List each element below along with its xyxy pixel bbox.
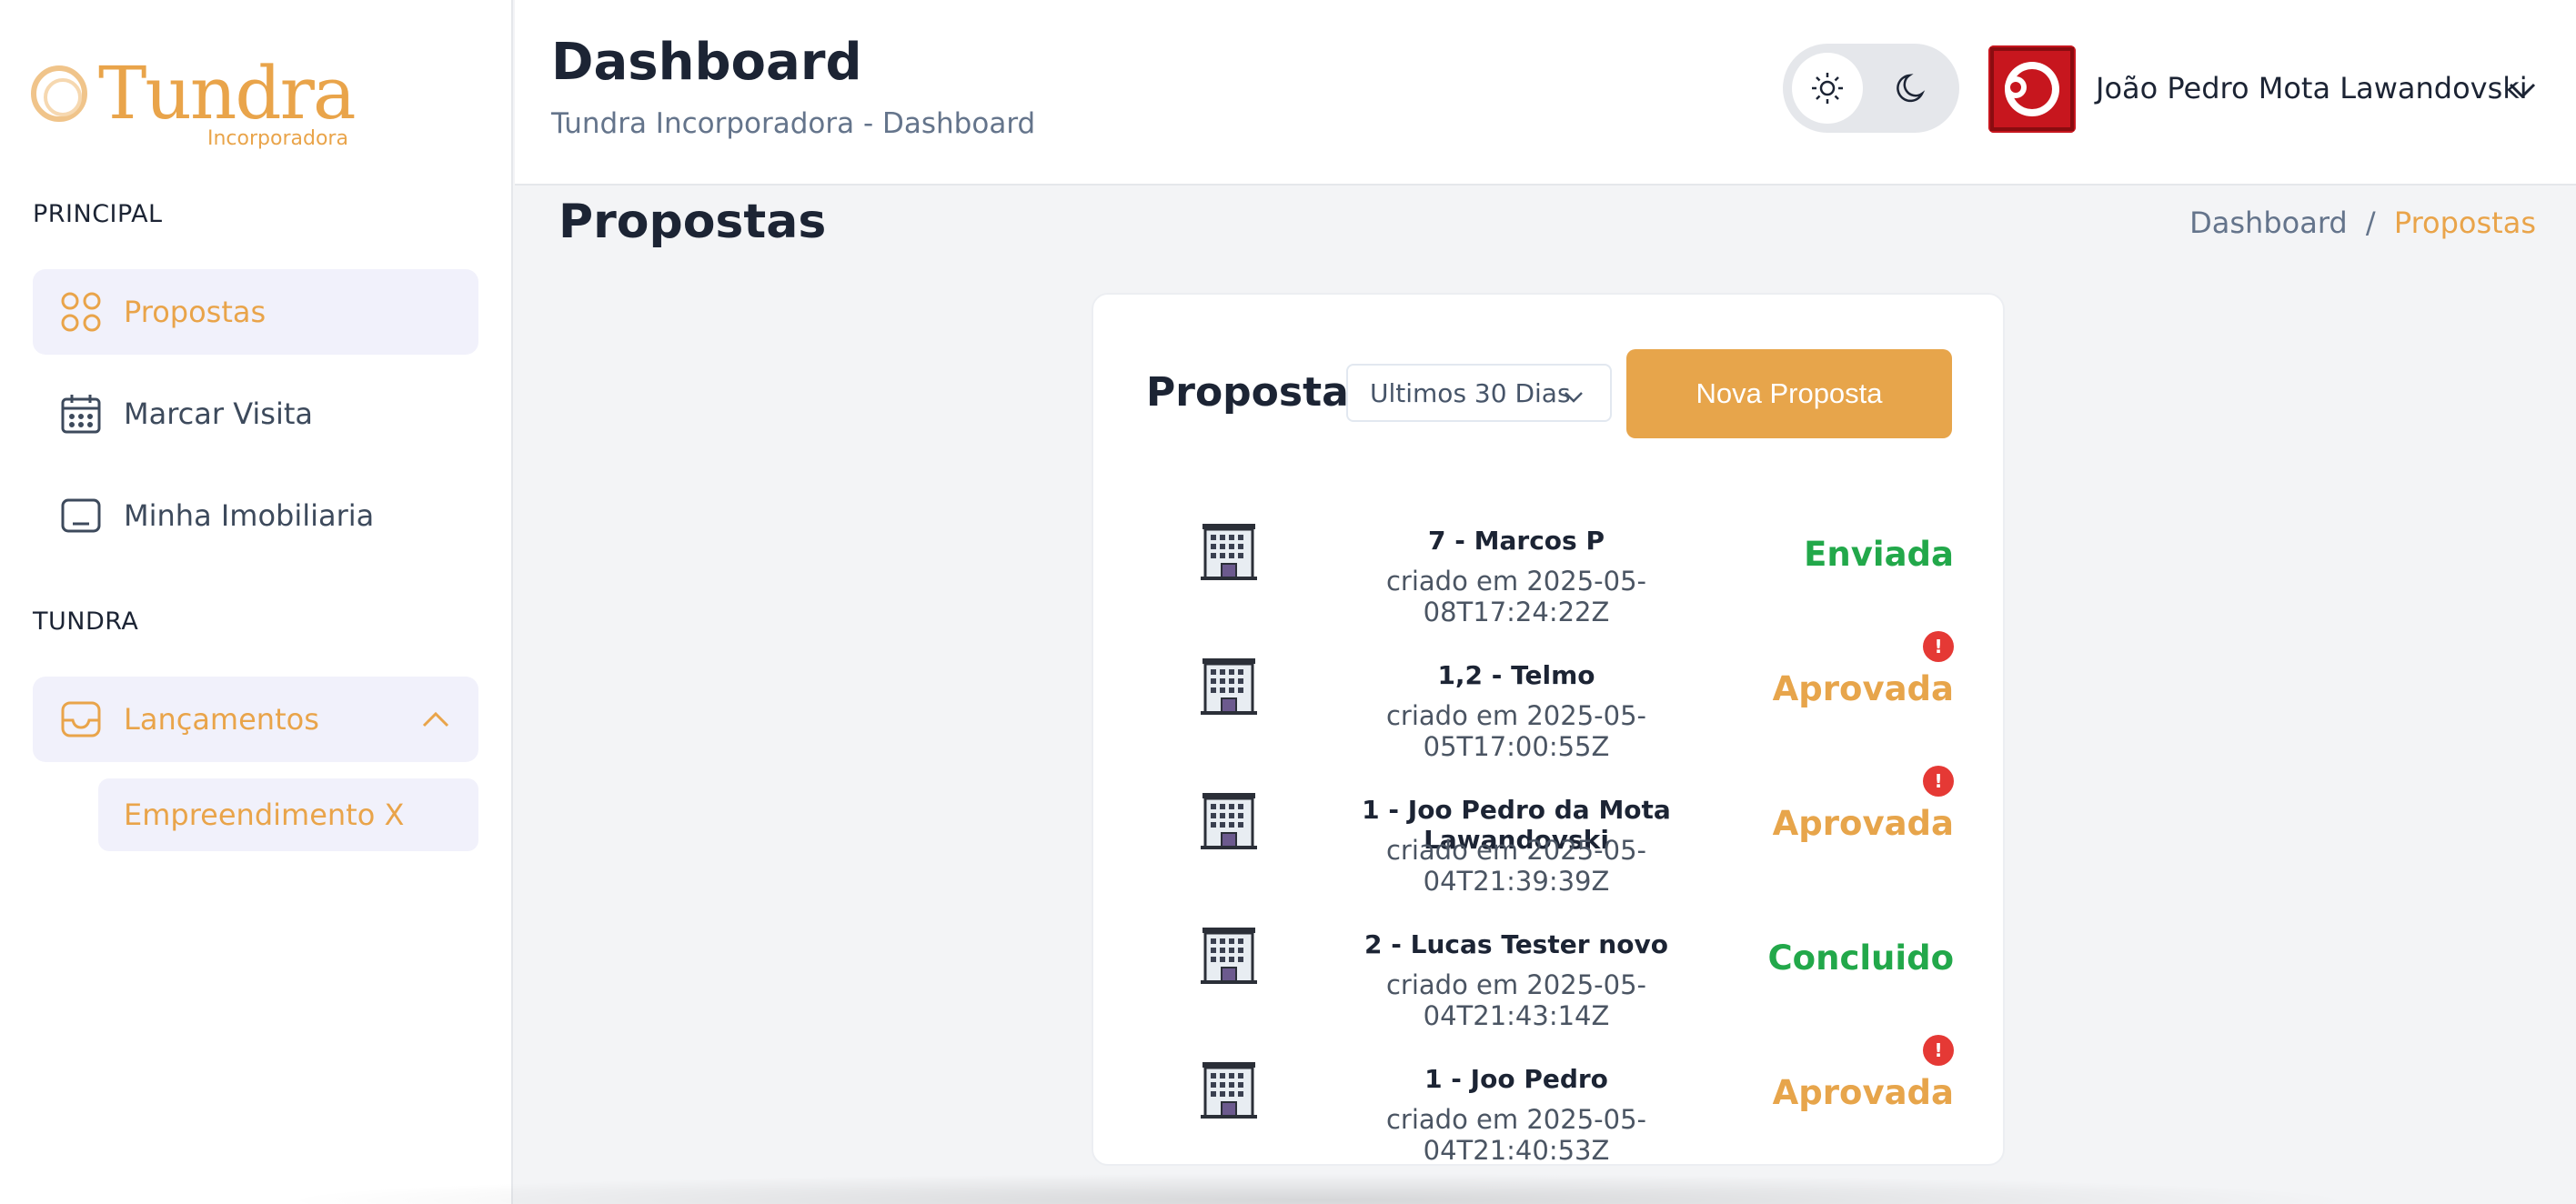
alert-icon: ! xyxy=(1923,1035,1954,1066)
proposal-date: criado em 2025-05-08T17:24:22Z xyxy=(1385,566,1646,627)
proposal-name: 1 - Joo Pedro xyxy=(1424,1064,1608,1094)
proposal-date: criado em 2025-05-04T21:39:39Z xyxy=(1385,835,1646,897)
logo-ring-icon xyxy=(31,65,87,122)
top-header: Dashboard Tundra Incorporadora - Dashboa… xyxy=(515,0,2576,186)
chevron-up-icon xyxy=(420,704,451,742)
sidebar-item-marcar-visita[interactable]: Marcar Visita xyxy=(33,371,478,457)
status-badge: Aprovada xyxy=(1772,804,1954,843)
proposal-name: 7 - Marcos P xyxy=(1428,526,1605,556)
sidebar-item-label: Propostas xyxy=(124,295,267,329)
logo-text: Tundra xyxy=(98,51,357,135)
chevron-down-icon xyxy=(1563,384,1585,414)
proposal-row[interactable]: 2 - Lucas Tester novo criado em 2025-05-0… xyxy=(1093,926,2003,1060)
sidebar-item-lancamentos[interactable]: Lançamentos xyxy=(33,677,478,762)
status-badge: Aprovada xyxy=(1772,1073,1954,1112)
header-title: Dashboard xyxy=(551,33,862,92)
proposal-name: 1,2 - Telmo xyxy=(1437,660,1595,690)
user-name[interactable]: João Pedro Mota Lawandovski xyxy=(2096,71,2528,105)
breadcrumb-separator: / xyxy=(2365,206,2376,240)
sidebar-item-propostas[interactable]: Propostas xyxy=(33,269,478,355)
proposal-date: criado em 2025-05-04T21:43:14Z xyxy=(1385,969,1646,1031)
chevron-down-icon[interactable] xyxy=(2507,75,2538,109)
theme-toggle[interactable] xyxy=(1783,44,1959,133)
status-badge: Enviada xyxy=(1804,535,1954,574)
sidebar-subitem-empreendimento-x[interactable]: Empreendimento X xyxy=(98,778,478,851)
logo-subtext: Incorporadora xyxy=(207,127,348,150)
card-title: Propostas xyxy=(1146,369,1374,416)
sidebar-item-label: Minha Imobiliaria xyxy=(124,498,375,533)
alert-icon: ! xyxy=(1923,766,1954,797)
status-badge: Aprovada xyxy=(1772,669,1954,708)
status-badge: Concluido xyxy=(1767,938,1954,978)
sidebar: Tundra Incorporadora PRINCIPAL Propostas… xyxy=(0,0,513,1204)
proposal-date: criado em 2025-05-04T21:40:53Z xyxy=(1385,1104,1646,1166)
header-subtitle: Tundra Incorporadora - Dashboard xyxy=(551,107,1036,140)
grid-icon xyxy=(60,291,102,333)
sidebar-subitem-label: Empreendimento X xyxy=(124,798,405,832)
sidebar-item-minha-imobiliaria[interactable]: Minha Imobiliaria xyxy=(33,473,478,558)
proposal-row[interactable]: 1,2 - Telmo criado em 2025-05-05T17:00:55… xyxy=(1093,631,2003,791)
new-proposal-button[interactable]: Nova Proposta xyxy=(1626,349,1952,438)
sidebar-item-label: Lançamentos xyxy=(124,702,319,737)
brand-logo[interactable]: Tundra Incorporadora xyxy=(31,51,358,156)
period-select[interactable]: Ultimos 30 Dias xyxy=(1346,364,1612,422)
alert-icon: ! xyxy=(1923,631,1954,662)
building-icon xyxy=(1199,522,1259,586)
building-icon xyxy=(1199,926,1259,989)
moon-icon[interactable] xyxy=(1888,64,1937,113)
period-select-value: Ultimos 30 Dias xyxy=(1370,377,1571,408)
proposal-row[interactable]: 1 - Joo Pedro da Mota Lawandovski criado … xyxy=(1093,766,2003,926)
building-icon xyxy=(1199,1060,1259,1124)
building-icon xyxy=(1199,657,1259,720)
proposal-row[interactable]: 7 - Marcos P criado em 2025-05-08T17:24:2… xyxy=(1093,522,2003,657)
proposal-date: criado em 2025-05-05T17:00:55Z xyxy=(1385,700,1646,762)
page-title: Propostas xyxy=(558,195,827,249)
user-avatar[interactable] xyxy=(1988,45,2076,133)
breadcrumb-parent-link[interactable]: Dashboard xyxy=(2189,206,2348,240)
breadcrumb: Dashboard / Propostas xyxy=(2189,206,2536,240)
proposals-card: Propostas Ultimos 30 Dias Nova Proposta … xyxy=(1092,293,2005,1166)
card-icon xyxy=(60,495,102,537)
sidebar-item-label: Marcar Visita xyxy=(124,396,313,431)
proposal-name: 2 - Lucas Tester novo xyxy=(1364,929,1668,959)
inbox-icon xyxy=(60,698,102,740)
bottom-shadow xyxy=(273,1173,2365,1204)
sun-icon[interactable] xyxy=(1792,53,1863,124)
section-title-tundra: TUNDRA xyxy=(33,607,139,636)
calendar-icon xyxy=(60,393,102,435)
breadcrumb-current: Propostas xyxy=(2393,206,2536,240)
proposal-row[interactable]: 1 - Joo Pedro criado em 2025-05-04T21:40:… xyxy=(1093,1035,2003,1166)
section-title-principal: PRINCIPAL xyxy=(33,200,163,228)
building-icon xyxy=(1199,791,1259,855)
